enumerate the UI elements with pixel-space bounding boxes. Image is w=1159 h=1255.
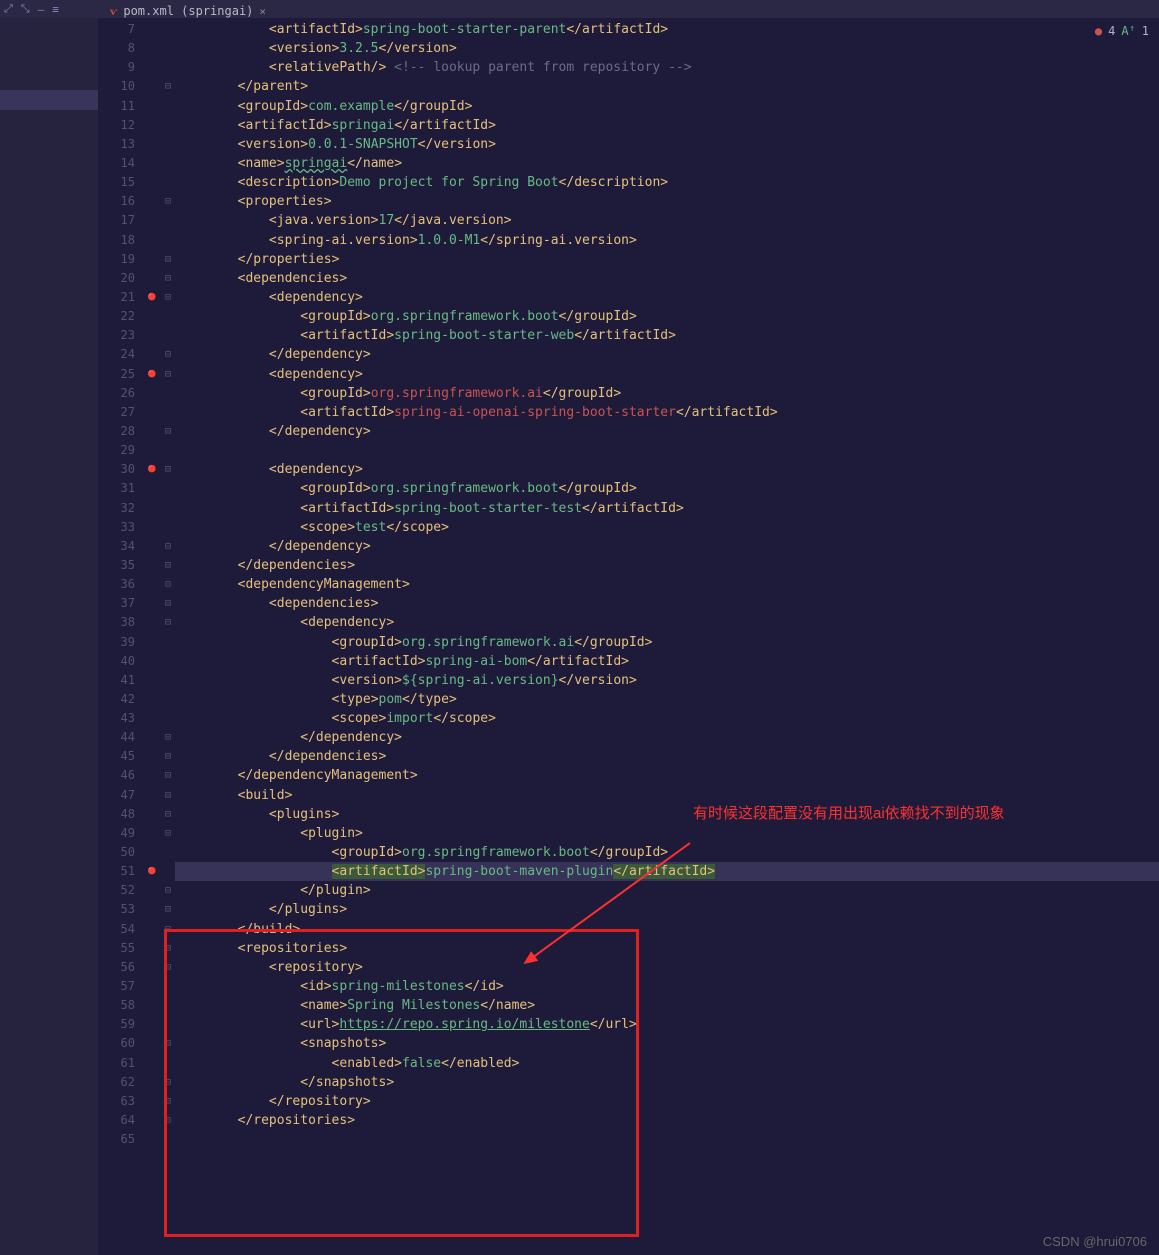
error-count: 4	[1108, 24, 1115, 38]
maven-icon: ⱱ	[110, 4, 117, 19]
typo-icon: Aꜛ	[1121, 24, 1135, 38]
watermark: CSDN @hrui0706	[1043, 1234, 1147, 1249]
menu-icon[interactable]: ≡	[52, 3, 59, 16]
typo-count: 1	[1142, 24, 1149, 38]
annotation-text: 有时候这段配置没有用出现ai依赖找不到的现象	[693, 803, 1043, 824]
inspection-status[interactable]: ● 4 Aꜛ 1	[1095, 24, 1149, 38]
sidebar-item[interactable]	[0, 90, 98, 110]
gutter-icons: 🔴🔴🔴🔴	[143, 18, 161, 1237]
code-editor[interactable]: 7891011121314151617181920212223242526272…	[98, 18, 1159, 1237]
sidebar	[0, 18, 98, 1255]
collapse-icon[interactable]: ⤡	[21, 2, 30, 16]
line-number-gutter: 7891011121314151617181920212223242526272…	[98, 18, 143, 1237]
tab-label: pom.xml (springai)	[123, 4, 253, 18]
minus-icon[interactable]: —	[38, 3, 45, 16]
error-icon: ●	[1095, 24, 1102, 38]
close-icon[interactable]: ×	[259, 5, 266, 18]
code-area[interactable]: <artifactId>spring-boot-starter-parent</…	[175, 18, 1159, 1237]
expand-icon[interactable]: ⤢	[4, 2, 13, 16]
fold-column[interactable]: ⊟⊟⊟⊟⊟⊟⊟⊟⊟⊟⊟⊟⊟⊟⊟⊟⊟⊟⊟⊟⊟⊟⊟⊟⊟⊟⊟⊟⊟	[161, 18, 175, 1237]
